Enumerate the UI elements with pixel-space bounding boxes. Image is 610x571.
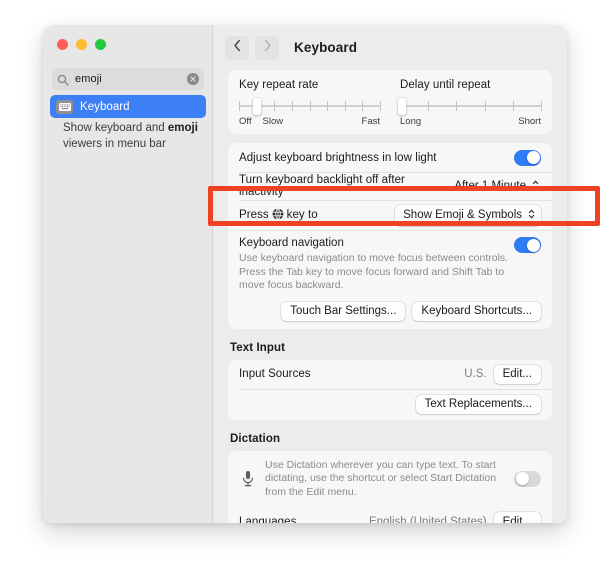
delay-until-repeat-scale: Long Short [400, 116, 541, 127]
backlight-dropdown[interactable]: After 1 Minute [446, 176, 541, 197]
keyboard-options-card: Adjust keyboard brightness in low light … [228, 143, 552, 329]
keyboard-navigation-description: Use keyboard navigation to move focus be… [239, 252, 509, 291]
desc-after: viewers in menu bar [63, 137, 166, 150]
brightness-toggle[interactable] [514, 149, 541, 166]
backlight-label: Turn keyboard backlight off after inacti… [239, 174, 405, 198]
keyboard-action-buttons: Touch Bar Settings... Keyboard Shortcuts… [228, 301, 552, 329]
chevron-updown-icon [528, 208, 535, 223]
dictation-toggle[interactable] [514, 470, 541, 487]
toggle-knob [526, 151, 540, 164]
system-settings-window: emoji Keyboard Show keyboard and emoji v… [43, 25, 567, 523]
minimize-button[interactable] [76, 39, 87, 50]
globe-key-label: Press key to [239, 207, 318, 223]
backlight-row[interactable]: Turn keyboard backlight off after inacti… [228, 172, 552, 200]
dictation-description: Use Dictation wherever you can type text… [265, 458, 497, 498]
languages-edit-button[interactable]: Edit... [493, 512, 541, 523]
desc-match: emoji [167, 122, 198, 134]
chevron-left-icon [233, 39, 242, 57]
toggle-knob [526, 238, 540, 252]
search-input-value[interactable]: emoji [75, 73, 187, 85]
forward-button[interactable] [255, 35, 279, 60]
repeat-settings-card: Key repeat rate Off Slow Fast Delay unti… [228, 70, 552, 134]
globe-key-action-dropdown[interactable]: Show Emoji & Symbols [395, 204, 541, 226]
input-sources-row[interactable]: Input Sources U.S. Edit... [228, 360, 552, 389]
brightness-label: Adjust keyboard brightness in low light [239, 151, 437, 164]
input-sources-label: Input Sources [239, 368, 311, 380]
key-repeat-rate-label: Key repeat rate [239, 79, 319, 91]
slider-label-short: Short [518, 116, 541, 127]
input-sources-edit-button[interactable]: Edit... [493, 364, 541, 384]
slider-label-slow: Slow [262, 116, 284, 127]
dictation-languages-row[interactable]: Languages English (United States) Edit..… [228, 507, 552, 523]
brightness-row[interactable]: Adjust keyboard brightness in low light [228, 143, 552, 172]
search-icon [57, 73, 69, 86]
toggle-knob [515, 472, 529, 486]
key-repeat-rate-slider[interactable] [239, 98, 381, 115]
settings-content: Key repeat rate Off Slow Fast Delay unti… [213, 70, 567, 523]
slider-thumb[interactable] [397, 98, 407, 115]
chevron-updown-icon [532, 179, 539, 194]
dictation-card: Use Dictation wherever you can type text… [228, 450, 552, 523]
slider-thumb[interactable] [252, 98, 262, 115]
input-sources-value: U.S. [464, 368, 487, 380]
keyboard-icon [56, 99, 73, 114]
globe-key-action-value: Show Emoji & Symbols [403, 209, 522, 221]
traffic-lights [57, 39, 106, 50]
back-button[interactable] [225, 35, 249, 60]
delay-until-repeat-group: Delay until repeat Long Short [397, 79, 542, 127]
keyboard-shortcuts-button[interactable]: Keyboard Shortcuts... [412, 301, 541, 321]
page-title: Keyboard [294, 40, 358, 55]
slider-line [400, 105, 541, 107]
close-button[interactable] [57, 39, 68, 50]
desc-before: Show keyboard and [63, 122, 168, 134]
sidebar-item-label: Keyboard [80, 100, 130, 113]
languages-label: Languages [239, 515, 297, 524]
text-replacements-button[interactable]: Text Replacements... [415, 394, 541, 414]
keyboard-navigation-toggle[interactable] [514, 237, 541, 253]
dictation-heading: Dictation [230, 432, 281, 445]
slider-label-long: Long [400, 116, 422, 127]
toolbar: Keyboard [213, 25, 567, 70]
sidebar: emoji Keyboard Show keyboard and emoji v… [43, 25, 213, 523]
keyboard-navigation-block: Keyboard navigation Use keyboard navigat… [228, 230, 552, 302]
text-replacements-row[interactable]: Text Replacements... [228, 388, 552, 420]
text-input-card: Input Sources U.S. Edit... Text Replacem… [228, 359, 552, 420]
clear-search-icon[interactable] [187, 73, 199, 85]
microphone-icon [239, 470, 256, 487]
slider-label-fast: Fast [361, 116, 380, 127]
delay-until-repeat-label: Delay until repeat [400, 79, 491, 91]
globe-key-row[interactable]: Press key to Show Emoji & Symbols [228, 200, 552, 230]
backlight-value: After 1 Minute [454, 180, 526, 192]
touch-bar-settings-button[interactable]: Touch Bar Settings... [281, 301, 406, 321]
key-repeat-rate-group: Key repeat rate Off Slow Fast [239, 79, 381, 127]
slider-label-off: Off [239, 116, 252, 127]
languages-value: English (United States) [368, 515, 487, 524]
sidebar-item-keyboard[interactable]: Keyboard [50, 95, 206, 118]
dictation-description-row[interactable]: Use Dictation wherever you can type text… [228, 451, 552, 508]
globe-icon [272, 207, 284, 223]
globe-label-after: key to [286, 208, 318, 221]
text-input-heading: Text Input [230, 341, 286, 354]
main-pane: Keyboard Key repeat rate Off Slow Fast D… [213, 25, 567, 523]
zoom-button[interactable] [95, 39, 106, 50]
search-field[interactable]: emoji [52, 68, 204, 90]
sidebar-result-description[interactable]: Show keyboard and emoji viewers in menu … [63, 121, 207, 152]
chevron-right-icon [263, 39, 272, 57]
delay-until-repeat-slider[interactable] [397, 98, 542, 115]
key-repeat-rate-scale: Off Slow Fast [239, 116, 380, 127]
globe-label-before: Press [239, 208, 269, 221]
keyboard-navigation-label: Keyboard navigation [239, 237, 344, 249]
